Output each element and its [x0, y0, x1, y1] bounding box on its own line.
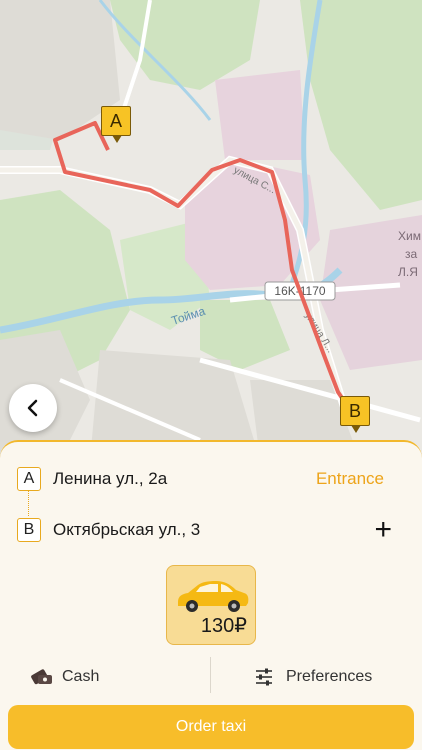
footer-divider [210, 657, 211, 693]
district-label-1: Хим [398, 229, 421, 243]
back-button[interactable] [9, 384, 57, 432]
map-view[interactable]: 16K-1170 Тойма улица С... улица Л... Хим… [0, 0, 422, 460]
map-canvas: 16K-1170 Тойма улица С... улица Л... Хим… [0, 0, 422, 460]
payment-method-button[interactable]: Cash [30, 662, 99, 692]
from-badge: A [17, 467, 41, 491]
from-address[interactable]: Ленина ул., 2а [53, 469, 167, 489]
preferences-label: Preferences [286, 668, 373, 685]
chevron-left-icon [27, 399, 38, 417]
order-taxi-button[interactable]: Order taxi [8, 705, 414, 749]
cash-icon [31, 669, 52, 685]
tariff-card[interactable]: 130₽ [166, 565, 256, 645]
district-label-2: за [405, 247, 418, 261]
entrance-link[interactable]: Entrance [316, 469, 384, 489]
pin-a-marker[interactable]: A [101, 106, 131, 143]
to-address[interactable]: Октябрьская ул., 3 [53, 520, 200, 540]
pin-a-label: A [109, 110, 122, 131]
district-label-3: Л.Я [398, 265, 418, 279]
add-stop-button[interactable]: + [374, 512, 392, 548]
taxi-car-icon [178, 581, 249, 612]
to-address-row[interactable]: B Октябрьская ул., 3 + [0, 512, 422, 548]
price-label: 130₽ [200, 615, 247, 637]
pin-b-label: B [348, 400, 361, 421]
sliders-icon [256, 668, 272, 686]
payment-label: Cash [62, 668, 100, 685]
from-address-row[interactable]: A Ленина ул., 2а Entrance [0, 461, 422, 497]
pin-b-marker[interactable]: B [340, 396, 370, 433]
preferences-button[interactable]: Preferences [254, 662, 372, 692]
to-badge: B [17, 518, 41, 542]
